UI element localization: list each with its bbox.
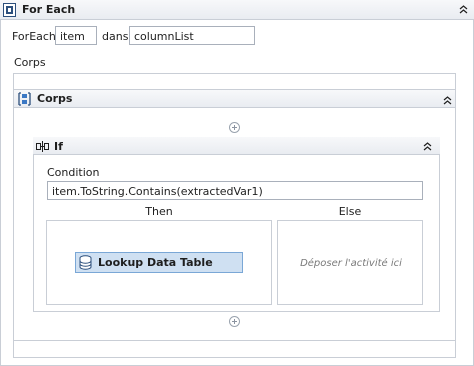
collapse-sequence-chevron-up-icon[interactable] — [442, 95, 453, 106]
foreach-label: ForEach — [12, 30, 56, 43]
collapse-foreach-chevron-up-icon[interactable] — [458, 4, 469, 15]
condition-label: Condition — [47, 166, 100, 179]
if-icon — [36, 141, 49, 152]
add-activity-plus-circle-icon[interactable] — [229, 316, 240, 327]
sequence-header[interactable] — [13, 89, 456, 108]
condition-field[interactable]: item.ToString.Contains(extractedVar1) — [47, 181, 423, 200]
database-icon — [79, 255, 92, 270]
lookup-data-table-label: Lookup Data Table — [98, 256, 213, 269]
body-label: Corps — [14, 56, 46, 69]
collapse-if-chevron-up-icon[interactable] — [422, 141, 433, 152]
in-label: dans — [102, 30, 129, 43]
item-variable-field[interactable]: item — [55, 26, 97, 45]
then-label: Then — [145, 205, 173, 218]
foreach-title: For Each — [22, 3, 76, 16]
collection-field[interactable]: columnList — [129, 26, 255, 45]
else-label: Else — [338, 205, 362, 218]
sequence-icon — [18, 92, 31, 106]
sequence-title: Corps — [37, 92, 73, 105]
if-title: If — [54, 140, 63, 153]
if-header[interactable] — [33, 137, 440, 155]
foreach-icon — [3, 3, 16, 17]
add-activity-plus-circle-icon[interactable] — [229, 122, 240, 133]
else-drop-placeholder: Déposer l'activité ici — [300, 258, 402, 269]
